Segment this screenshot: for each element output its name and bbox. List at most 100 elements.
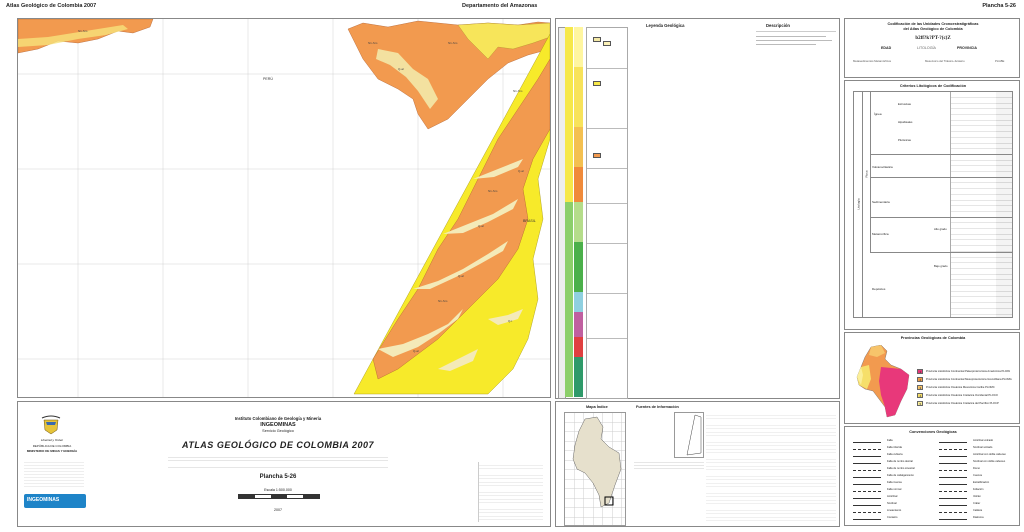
description-text: [756, 31, 836, 46]
convention-item: Falla de rumbo dextral: [851, 460, 931, 466]
convention-symbol-icon: [939, 504, 967, 506]
convention-label: Caldera: [973, 509, 983, 512]
unit-label: Q-al: [518, 169, 524, 173]
convention-item: Estratificación: [937, 481, 1017, 487]
criteria-group: Depósitos: [872, 287, 886, 291]
criteria-roca-label: Roca: [864, 170, 869, 178]
unit-label: Q-t: [508, 319, 513, 323]
unit-label: Q-al: [398, 67, 404, 71]
convention-label: Estratificación: [973, 481, 990, 484]
provinces-title: Provincias Geológicas de Colombia: [900, 336, 966, 340]
convention-symbol-icon: [853, 511, 881, 513]
criteria-side-label: Litología: [856, 198, 861, 210]
convention-label: Anticlinal: [887, 495, 898, 498]
province-swatch: 3: [917, 385, 923, 390]
convention-item: Sinclinal con doble cabeceo: [937, 460, 1017, 466]
chrono-column: [558, 27, 584, 399]
convention-label: Falla cubierta: [887, 453, 903, 456]
convention-item: Falla inferida: [851, 446, 931, 452]
convention-symbol-icon: [853, 462, 881, 464]
scale-label: Escala 1:500.000: [264, 488, 292, 492]
convention-item: Anticlinal con doble cabeceo: [937, 453, 1017, 459]
index-map[interactable]: [564, 412, 626, 526]
codification-formula: b2ff?k?PT-?(c)Z: [915, 36, 951, 41]
unit-label: N1-Sm: [448, 41, 458, 45]
province-label: Provincia Litosférica Continental Paleop…: [926, 370, 1011, 373]
province-label: Provincia Litosférica Oceánica Cretácica…: [926, 394, 998, 397]
description-title: Descripción: [766, 23, 790, 28]
sources-title: Fuentes de Información: [636, 405, 679, 409]
convention-symbol-icon: [853, 441, 881, 443]
unit-label: N1-Sm: [438, 299, 448, 303]
country-label-brasil: BRASIL: [523, 219, 536, 223]
ministry-label: MINISTERIO DE MINAS Y ENERGÍA: [26, 449, 78, 453]
criteria-subgroup: Plutónicas: [898, 138, 911, 142]
codification-panel: Codificación de las Unidades Cronoestrat…: [844, 18, 1020, 78]
unit-label: Q-al: [478, 224, 484, 228]
coat-motto: Libertad y Orden: [40, 438, 64, 442]
legend-swatch: [603, 41, 611, 46]
criteria-group: Metamórfica: [872, 232, 889, 236]
convention-label: Diatrema: [973, 516, 984, 519]
convention-symbol-icon: [939, 490, 967, 492]
codification-litologia: LITOLOGÍA: [917, 46, 936, 50]
map-frame[interactable]: PERÚ BRASIL N1-Sm N1-Sm N1-Sm N1-Sm N1-S…: [17, 18, 551, 398]
convention-item: Foliación: [937, 488, 1017, 494]
credits-text: [24, 460, 84, 488]
convention-item: Volcán: [937, 495, 1017, 501]
unit-label: N1-Sm: [513, 89, 523, 93]
unit-label: Q-al: [413, 349, 419, 353]
criteria-subgroup: Bajo grado: [934, 264, 948, 268]
geologic-map: [18, 19, 550, 397]
convention-symbol-icon: [853, 476, 881, 478]
codification-title-1: Codificación de las Unidades Cronoestrat…: [887, 22, 979, 26]
header-center: Departamento del Amazonas: [462, 3, 538, 9]
criteria-subgroup: Hipabisales: [898, 120, 913, 124]
unit-label: N1-Sm: [368, 41, 378, 45]
convention-symbol-icon: [939, 483, 967, 485]
plancha-number: Plancha 5-26: [259, 474, 297, 480]
sheet-notes: [478, 462, 543, 522]
country-label-peru: PERÚ: [263, 77, 273, 81]
codification-provincia: PROVINCIA: [957, 46, 977, 50]
province-swatch: 2: [917, 377, 923, 382]
convention-label: Falla de cabalgamiento: [887, 474, 914, 477]
convention-symbol-icon: [939, 511, 967, 513]
codification-title-2: del Atlas Geológico de Colombia: [903, 27, 963, 31]
convention-symbol-icon: [939, 455, 967, 457]
convention-item: Caldera: [937, 509, 1017, 515]
convention-symbol-icon: [939, 497, 967, 499]
convention-item: Falla de rumbo sinestral: [851, 467, 931, 473]
authors-text: [168, 454, 388, 468]
institute-name: Instituto Colombiano de Geología y Miner…: [234, 416, 322, 421]
convention-label: Cráter: [973, 502, 981, 505]
convention-item: Falla: [851, 439, 931, 445]
colombia-coat-of-arms-icon: [41, 415, 61, 435]
convention-label: Falla inferida: [887, 446, 902, 449]
convention-item: Falla de cabalgamiento: [851, 474, 931, 480]
unit-label: N1-Sm: [78, 29, 88, 33]
convention-symbol-icon: [939, 462, 967, 464]
convention-symbol-icon: [853, 490, 881, 492]
codification-sub1: Metasedimentos Metamórficos: [853, 59, 892, 63]
criteria-subgroup: Alto grado: [934, 227, 947, 231]
criteria-table: Litología Roca Ígnea Volcanoclástica Sed…: [853, 91, 1013, 318]
index-panel: Mapa Índice Fuentes de Información: [555, 401, 840, 527]
convention-label: Sinclinal volcado: [973, 446, 993, 449]
convention-label: Falla de rumbo dextral: [887, 460, 913, 463]
scale-bar: [238, 494, 320, 499]
convention-item: Contacto: [851, 516, 931, 522]
convention-item: Cráter: [937, 502, 1017, 508]
convention-item: Domo: [937, 467, 1017, 473]
convention-label: Foliación: [973, 488, 984, 491]
criteria-subgroup: Extrusivas: [898, 102, 911, 106]
province-label: Provincia Litosférica Oceánica Cretácica…: [926, 402, 999, 405]
legend-swatch: [593, 153, 601, 158]
convention-symbol-icon: [853, 469, 881, 471]
header-right: Plancha 5-26: [982, 3, 1016, 9]
convention-label: Volcán: [973, 495, 981, 498]
convention-label: Domo: [973, 467, 980, 470]
criteria-group: Sedimentaria: [872, 200, 890, 204]
convention-item: Falla inversa: [851, 481, 931, 487]
convention-label: Sinclinal con doble cabeceo: [973, 460, 1006, 463]
